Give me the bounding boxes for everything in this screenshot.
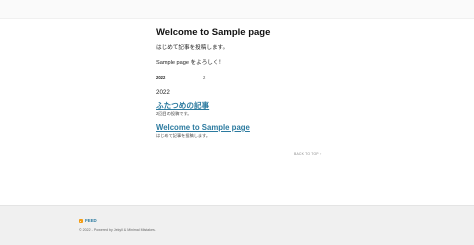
- page-footer: FEED © 2022 - Powered by Jekyll & Minima…: [0, 205, 474, 245]
- masthead: [0, 0, 474, 19]
- rss-icon: [79, 218, 83, 223]
- post-excerpt: 2回目の投稿です。: [156, 111, 192, 116]
- feed-label: FEED: [85, 218, 97, 223]
- back-to-top-link[interactable]: BACK TO TOP ↑: [294, 152, 322, 156]
- main-content: Welcome to Sample page はじめて記事を投稿します。 Sam…: [156, 26, 321, 139]
- post-title-link[interactable]: Welcome to Sample page: [156, 122, 321, 133]
- post-title-link[interactable]: ふたつめの記事: [156, 100, 321, 111]
- copyright-text: © 2022 - Powered by Jekyll & Minimal Mis…: [79, 228, 156, 232]
- archive-count-cell: 2: [203, 75, 206, 80]
- archive-year-cell: 2022: [156, 75, 166, 80]
- greeting-text: Sample page をよろしく！: [156, 60, 225, 66]
- archive-year-heading: 2022: [156, 89, 170, 96]
- intro-text: はじめて記事を投稿します。: [156, 45, 229, 51]
- archive-table-row: 2022 2: [156, 73, 321, 82]
- feed-link[interactable]: FEED: [79, 218, 97, 223]
- page-title: Welcome to Sample page: [156, 27, 271, 38]
- post-excerpt: はじめて記事を投稿します。: [156, 133, 211, 138]
